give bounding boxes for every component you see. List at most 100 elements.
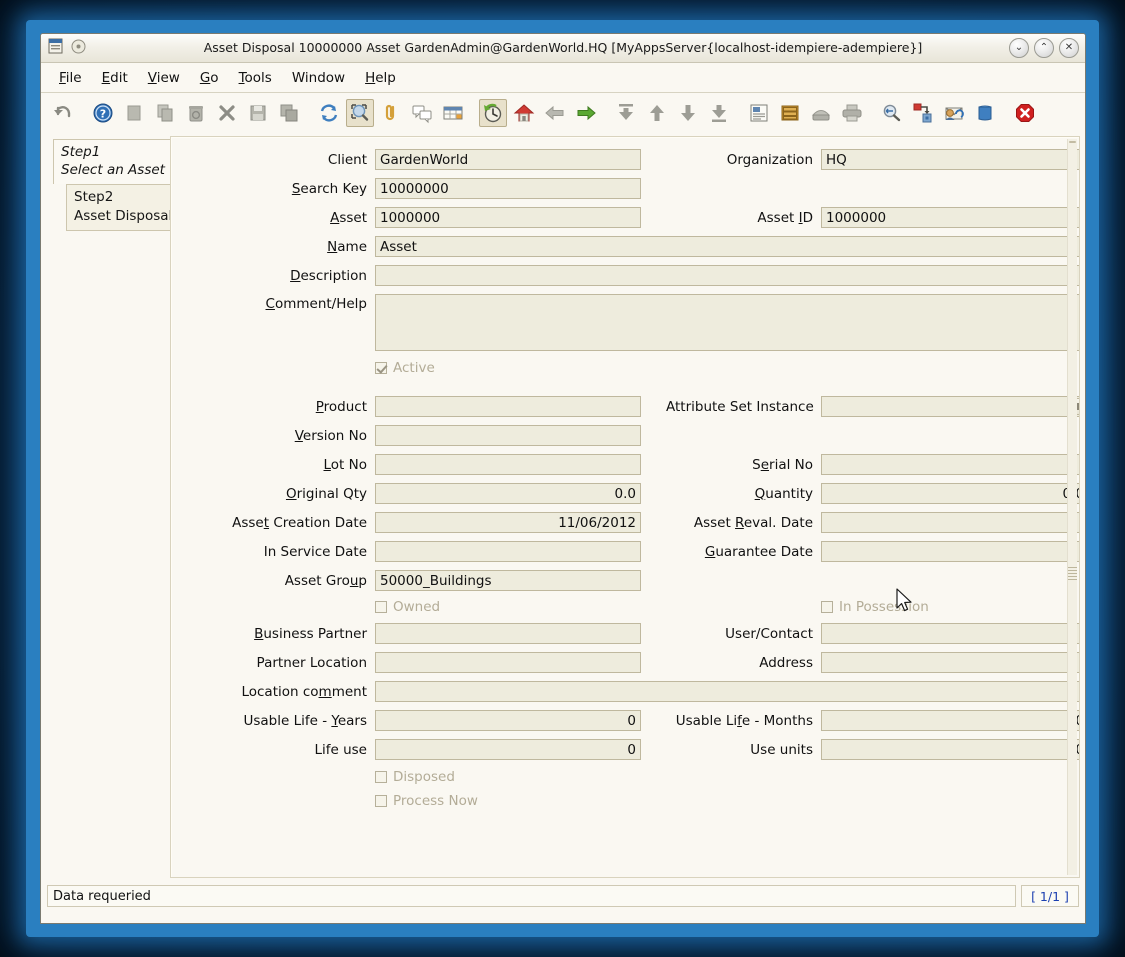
menu-edit[interactable]: Edit: [93, 66, 137, 90]
checkbox-disposed[interactable]: Disposed: [375, 769, 455, 785]
attachment-icon[interactable]: [377, 99, 405, 127]
input-organization[interactable]: HQ: [821, 149, 1080, 170]
field-guarantee-date: Guarantee Date: [666, 541, 1080, 562]
help-icon[interactable]: ?: [89, 99, 117, 127]
history-icon[interactable]: [479, 99, 507, 127]
menu-view[interactable]: View: [139, 66, 189, 90]
checkbox-in-possession[interactable]: In Possession: [821, 599, 929, 615]
menu-go[interactable]: Go: [191, 66, 228, 90]
delete-record-icon[interactable]: [182, 99, 210, 127]
step-tab-1[interactable]: Step1 Select an Asset: [53, 139, 181, 184]
row-asset-assetid: Asset 1000000 Asset ID 1000000: [185, 207, 1065, 228]
home-icon[interactable]: [510, 99, 538, 127]
input-version-no[interactable]: [375, 425, 641, 446]
last-record-icon[interactable]: [705, 99, 733, 127]
input-description[interactable]: [375, 265, 1080, 286]
new-record-icon[interactable]: [120, 99, 148, 127]
checkbox-disposed-box[interactable]: [375, 771, 387, 783]
minimize-button[interactable]: ⌄: [1009, 38, 1029, 58]
first-record-icon[interactable]: [612, 99, 640, 127]
input-quantity[interactable]: 0.0: [821, 483, 1080, 504]
zoom-across-icon[interactable]: [878, 99, 906, 127]
input-use-units[interactable]: 0: [821, 739, 1080, 760]
checkbox-owned[interactable]: Owned: [375, 599, 641, 615]
checkbox-owned-box[interactable]: [375, 601, 387, 613]
checkbox-in-possession-label: In Possession: [839, 599, 929, 615]
input-business-partner[interactable]: [375, 623, 641, 644]
input-product[interactable]: [375, 396, 641, 417]
forward-icon[interactable]: [572, 99, 600, 127]
input-location-comment[interactable]: [375, 681, 1080, 702]
row-comment-help: Comment/Help: [185, 294, 1065, 351]
menu-window[interactable]: Window: [283, 66, 354, 90]
active-workflow-icon[interactable]: [909, 99, 937, 127]
menu-tools[interactable]: Tools: [230, 66, 281, 90]
scrollbar-grip-icon[interactable]: [1068, 567, 1077, 581]
input-search-key[interactable]: 10000000: [375, 178, 641, 199]
input-in-service-date[interactable]: [375, 541, 641, 562]
find-icon[interactable]: [346, 99, 374, 127]
checkbox-active[interactable]: Active: [375, 360, 435, 376]
grid-toggle-icon[interactable]: [439, 99, 467, 127]
row-product-asi: Product Attribute Set Instance: [185, 396, 1065, 417]
input-original-qty[interactable]: 0.0: [375, 483, 641, 504]
input-user-contact[interactable]: [821, 623, 1080, 644]
row-lot-serial: Lot No Serial No: [185, 454, 1065, 475]
input-life-use[interactable]: 0: [375, 739, 641, 760]
field-business-partner: Business Partner: [185, 623, 641, 644]
label-description: Description: [185, 268, 375, 284]
print-preview-icon[interactable]: [807, 99, 835, 127]
back-icon[interactable]: [541, 99, 569, 127]
input-usable-life-years[interactable]: 0: [375, 710, 641, 731]
form-vertical-scrollbar[interactable]: [1067, 139, 1077, 875]
input-asset-group[interactable]: 50000_Buildings: [375, 570, 641, 591]
input-serial-no[interactable]: [821, 454, 1080, 475]
chat-icon[interactable]: [408, 99, 436, 127]
checkbox-in-possession-box[interactable]: [821, 601, 833, 613]
previous-record-icon[interactable]: [643, 99, 671, 127]
input-comment-help[interactable]: [375, 294, 1080, 351]
menu-file[interactable]: File: [50, 66, 91, 90]
input-address[interactable]: [821, 652, 1080, 673]
archive-icon[interactable]: [776, 99, 804, 127]
maximize-button[interactable]: ⌃: [1034, 38, 1054, 58]
label-serial-no-mnemonic: e: [761, 457, 769, 473]
product-info-icon[interactable]: [971, 99, 999, 127]
refresh-icon[interactable]: [315, 99, 343, 127]
delete-selection-icon[interactable]: [213, 99, 241, 127]
label-uc-pre: User/Contact: [725, 626, 813, 642]
input-lot-no[interactable]: [375, 454, 641, 475]
form-scrollbar-thumb[interactable]: [1069, 141, 1076, 143]
menu-help[interactable]: Help: [356, 66, 405, 90]
checkbox-disposed-label: Disposed: [393, 769, 455, 785]
checkbox-process-now-box[interactable]: [375, 795, 387, 807]
request-icon[interactable]: [940, 99, 968, 127]
input-asset-creation-date[interactable]: 11/06/2012: [375, 512, 641, 533]
input-asset-reval-date[interactable]: [821, 512, 1080, 533]
checkbox-active-box[interactable]: [375, 362, 387, 374]
print-icon[interactable]: [838, 99, 866, 127]
window-controls: ⌄ ⌃ ✕: [1009, 38, 1079, 58]
save-create-new-icon[interactable]: [275, 99, 303, 127]
step-tab-2[interactable]: Step2 Asset Disposal: [66, 184, 181, 230]
copy-record-icon[interactable]: [151, 99, 179, 127]
input-guarantee-date[interactable]: [821, 541, 1080, 562]
input-client[interactable]: GardenWorld: [375, 149, 641, 170]
undo-icon[interactable]: [49, 99, 77, 127]
input-attribute-set-instance[interactable]: [821, 396, 1080, 417]
report-icon[interactable]: [745, 99, 773, 127]
input-usable-life-months[interactable]: 0: [821, 710, 1080, 731]
menu-window-post: indow: [305, 70, 345, 86]
close-button[interactable]: ✕: [1059, 38, 1079, 58]
exit-icon[interactable]: [1011, 99, 1039, 127]
field-original-qty: Original Qty 0.0: [185, 483, 641, 504]
input-asset-id[interactable]: 1000000: [821, 207, 1080, 228]
field-client: Client GardenWorld: [185, 149, 641, 170]
next-record-icon[interactable]: [674, 99, 702, 127]
field-name: Name Asset: [185, 236, 1080, 257]
save-icon[interactable]: [244, 99, 272, 127]
input-partner-location[interactable]: [375, 652, 641, 673]
checkbox-process-now[interactable]: Process Now: [375, 793, 478, 809]
input-name[interactable]: Asset: [375, 236, 1080, 257]
input-asset[interactable]: 1000000: [375, 207, 641, 228]
